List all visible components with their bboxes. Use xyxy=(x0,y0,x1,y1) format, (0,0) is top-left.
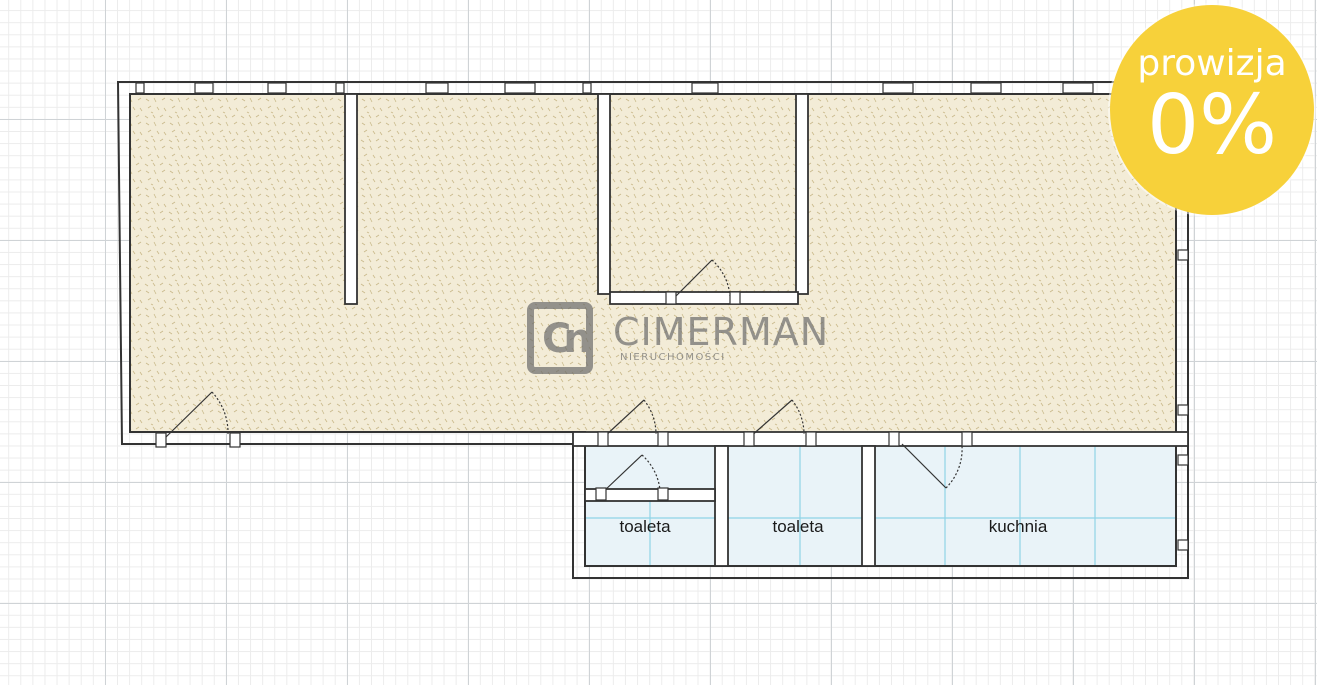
agency-name: CIMERMAN xyxy=(613,310,830,354)
agency-logo-icon: Cn xyxy=(527,302,593,374)
room-label-toilet-2: toaleta xyxy=(772,517,824,536)
room-label-toilet-1: toaleta xyxy=(619,517,671,536)
room-label-kitchen: kuchnia xyxy=(988,517,1048,536)
commission-badge: prowizja 0% xyxy=(1110,5,1314,215)
toilet-2-floor xyxy=(728,446,862,566)
badge-line-2: 0% xyxy=(1146,78,1278,173)
agency-subtitle: NIERUCHOMOŚCI xyxy=(620,352,726,363)
kitchen-floor xyxy=(875,446,1175,566)
agency-watermark: Cn CIMERMAN NIERUCHOMOŚCI xyxy=(527,302,828,382)
